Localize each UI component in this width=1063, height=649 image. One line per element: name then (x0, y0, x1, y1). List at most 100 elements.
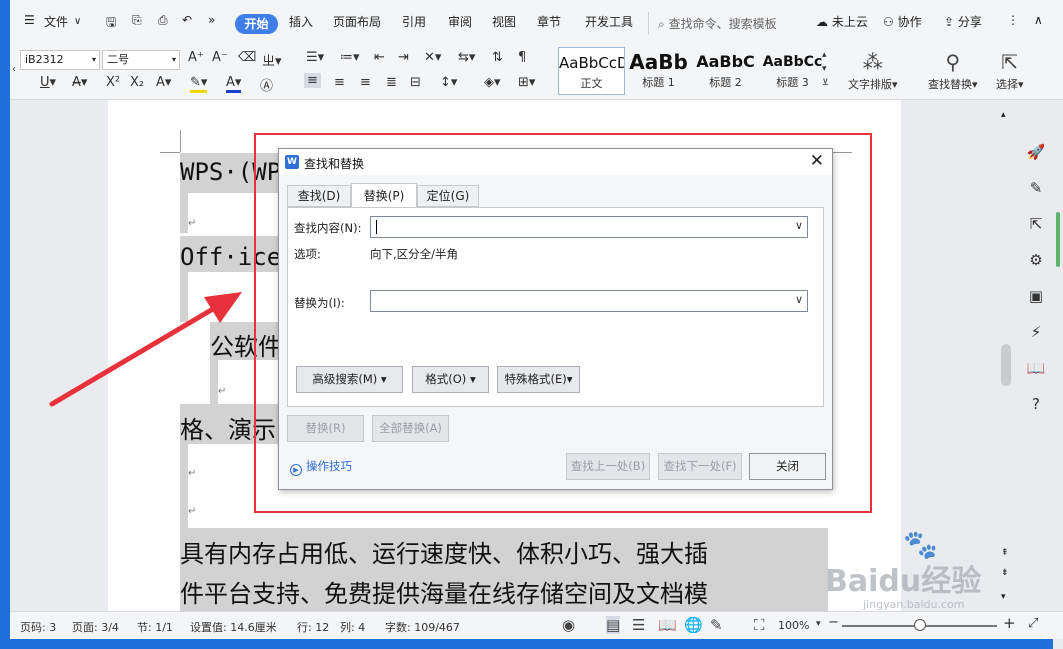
lightning-icon[interactable]: ⚡ (1022, 318, 1050, 346)
file-menu[interactable]: 文件 (44, 13, 68, 30)
decrease-indent-icon[interactable]: ⇤ (374, 50, 385, 65)
clear-format-icon[interactable]: ⌫ (238, 50, 256, 65)
tab-developer[interactable]: 开发工具 (585, 13, 645, 30)
font-color-icon[interactable]: A▾ (226, 75, 242, 93)
share-icon: ⇪ (944, 15, 955, 29)
status-words[interactable]: 字数: 109/467 (385, 619, 460, 635)
status-page[interactable]: 页面: 3/4 (72, 619, 119, 635)
text-direction-icon[interactable]: ⇆▾ (458, 50, 475, 65)
borders-icon[interactable]: ⊞▾ (518, 75, 535, 90)
scroll-up-icon[interactable]: ▴ (1001, 110, 1006, 120)
tab-references[interactable]: 引用 (402, 13, 426, 30)
increase-indent-icon[interactable]: ⇥ (398, 50, 409, 65)
zoom-out-icon[interactable]: − (828, 615, 839, 630)
find-replace-button[interactable]: ⚲ 查找替换▾ (928, 48, 978, 92)
tab-chapter[interactable]: 章节 (537, 13, 561, 30)
superscript-icon[interactable]: X² (106, 75, 120, 90)
image-icon[interactable]: ▣ (1022, 282, 1050, 310)
collab-button[interactable]: ⚇ 协作 (883, 13, 922, 30)
grow-font-icon[interactable]: A⁺ (188, 50, 204, 65)
styles-scroll-down-icon[interactable]: ▾ (822, 64, 827, 74)
numbering-icon[interactable]: ≔▾ (340, 50, 360, 65)
selection-highlight (180, 193, 188, 233)
align-center-icon[interactable]: ≡ (334, 75, 345, 90)
tab-review[interactable]: 审阅 (448, 13, 472, 30)
status-page-code[interactable]: 页码: 3 (20, 619, 56, 635)
shrink-font-icon[interactable]: A⁻ (212, 50, 228, 65)
align-right-icon[interactable]: ≡ (360, 75, 371, 90)
status-setting: 设置值: 14.6厘米 (190, 621, 277, 634)
fullscreen-icon[interactable]: ⤢ (1028, 616, 1038, 631)
zoom-slider-handle[interactable] (914, 619, 926, 631)
justify-icon[interactable]: ≣ (386, 75, 397, 90)
page-corner-mark (160, 152, 180, 153)
book-icon[interactable]: 📖 (1022, 354, 1050, 382)
undo-icon[interactable]: ↶ (182, 13, 192, 27)
chinese-layout-icon[interactable]: ✕▾ (424, 50, 441, 65)
cursor-icon: ⇱ (1001, 50, 1019, 74)
font-name-select[interactable]: iB2312 ▾ (20, 50, 100, 70)
zoom-in-icon[interactable]: + (1003, 614, 1016, 632)
chevron-down-icon[interactable]: ▾ (816, 619, 821, 629)
underline-icon[interactable]: U▾ (40, 75, 56, 90)
style-heading-1[interactable]: AaBb 标题 1 (625, 47, 692, 95)
line-spacing-icon[interactable]: ↕▾ (440, 75, 457, 90)
pen-icon[interactable]: ✎ (1022, 174, 1050, 202)
cloud-status[interactable]: ☁ 未上云 (816, 13, 868, 30)
help-icon[interactable]: ? (1022, 390, 1050, 418)
style-preview: AaBb (629, 50, 688, 74)
adjust-icon[interactable]: ⚙ (1022, 246, 1050, 274)
tab-view[interactable]: 视图 (492, 13, 516, 30)
status-row: 行: 12 (297, 621, 330, 634)
font-size-select[interactable]: 二号 ▾ (102, 50, 180, 70)
collapse-ribbon-icon[interactable]: ∧ (1034, 13, 1043, 27)
text-effect-icon[interactable]: A▾ (156, 75, 171, 90)
distributed-icon[interactable]: ⊟ (410, 75, 421, 90)
export-pdf-icon[interactable]: ⎘ (132, 13, 142, 28)
bullets-icon[interactable]: ☰▾ (306, 50, 324, 65)
ribbon-scroll-left-icon[interactable]: ‹ (12, 64, 16, 75)
save-icon[interactable]: 🖫 (106, 13, 116, 34)
strikethrough-icon[interactable]: A̶▾ (72, 75, 87, 90)
select-button[interactable]: ⇱ 选择▾ (996, 48, 1024, 92)
chevron-down-icon[interactable]: ∨ (74, 16, 81, 27)
read-view-icon[interactable]: 📖 (658, 616, 677, 634)
align-left-icon[interactable]: ≡ (304, 73, 321, 88)
highlight-icon[interactable]: ✎▾ (190, 75, 208, 93)
rocket-icon[interactable]: 🚀 (1022, 138, 1050, 166)
show-marks-icon[interactable]: ¶ (518, 50, 526, 65)
zoom-level[interactable]: 100% (778, 619, 809, 632)
more-options-icon[interactable]: ⋮ (1007, 13, 1019, 27)
print-icon[interactable]: ⎙ (158, 13, 168, 28)
doc-line-5: 具有内存占用低、运行速度快、体积小巧、强大插 (180, 540, 708, 568)
command-search[interactable]: ⌕ 查找命令、搜索模板 (658, 15, 777, 32)
eye-protect-icon[interactable]: ◉ (562, 616, 575, 634)
outline-view-icon[interactable]: ☰ (632, 616, 645, 634)
tab-start[interactable]: 开始 (235, 14, 278, 34)
styles-scroll-up-icon[interactable]: ▴ (822, 50, 827, 60)
style-normal[interactable]: AaBbCcDd 正文 (558, 47, 625, 95)
subscript-icon[interactable]: X₂ (130, 75, 144, 90)
fit-page-icon[interactable]: ⛶ (754, 616, 765, 634)
sort-icon[interactable]: ⇅ (492, 50, 503, 65)
style-heading-3[interactable]: AaBbCc 标题 3 (759, 47, 826, 95)
phonetic-guide-icon[interactable]: ㄓ▾ (262, 50, 282, 69)
char-border-icon[interactable]: Ⓐ (260, 75, 273, 94)
style-heading-2[interactable]: AaBbC 标题 2 (692, 47, 759, 95)
style-label: 正文 (580, 77, 603, 90)
tab-page-layout[interactable]: 页面布局 (333, 13, 381, 30)
scrollbar-thumb[interactable] (1001, 344, 1011, 386)
text-layout-button[interactable]: ⁂ 文字排版▾ (848, 48, 898, 92)
status-col: 列: 4 (340, 621, 366, 634)
more-tools-icon[interactable]: » (208, 13, 215, 27)
web-view-icon[interactable]: 🌐 (684, 616, 703, 634)
cursor-icon[interactable]: ⇱ (1022, 210, 1050, 238)
baidu-watermark: 🐾 Baidu经验 jingyan.baidu.com (825, 528, 1055, 611)
styles-expand-icon[interactable]: ⊻ (822, 78, 829, 88)
page-view-icon[interactable]: ▤ (606, 616, 621, 634)
share-button[interactable]: ⇪ 分享 (944, 13, 982, 30)
tab-insert[interactable]: 插入 (289, 13, 313, 30)
write-mode-icon[interactable]: ✎ (710, 616, 723, 634)
shading-icon[interactable]: ◈▾ (484, 75, 501, 90)
hamburger-menu-icon[interactable]: ☰ (24, 13, 35, 27)
